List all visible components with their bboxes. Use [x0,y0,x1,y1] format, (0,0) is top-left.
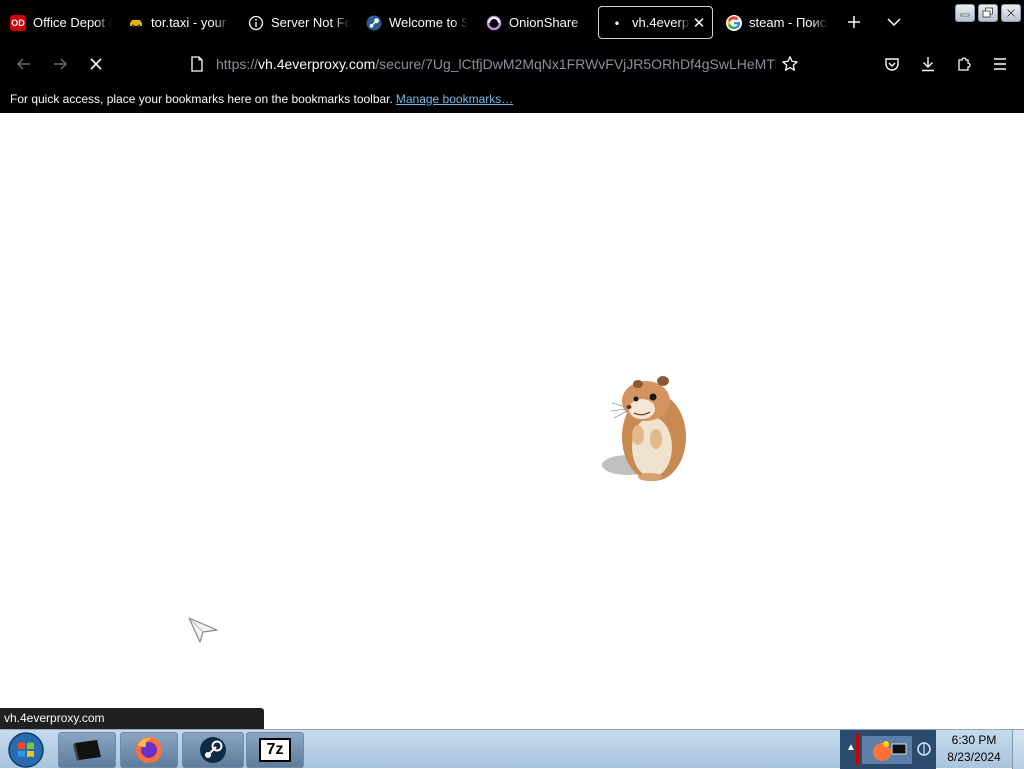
tab-title: steam - Поиск [749,15,828,30]
bookmarks-empty-message: For quick access, place your bookmarks h… [10,91,393,106]
navigation-toolbar: https://vh.4everproxy.com/secure/7Ug_lCt… [0,44,1024,84]
tab-title: tor.taxi - your [151,15,227,30]
7zip-icon: 7z [259,738,291,762]
tab-title: Server Not Fou [271,15,350,30]
page-icon[interactable] [190,56,204,77]
restore-window-button[interactable] [978,4,998,22]
tray-app-icons[interactable] [862,736,912,764]
restore-icon [982,7,993,18]
close-icon [90,58,102,70]
onionshare-icon [486,15,502,31]
bookmarks-toolbar: For quick access, place your bookmarks h… [0,84,1024,113]
tray-marker [856,734,860,765]
show-desktop-button[interactable] [1012,730,1024,769]
star-icon [782,56,798,71]
clock-time: 6:30 PM [951,733,997,747]
hamburger-menu-icon [994,58,1006,70]
close-icon [1006,8,1016,18]
url-text[interactable]: https://vh.4everproxy.com/secure/7Ug_lCt… [216,56,776,72]
extensions-button[interactable] [952,52,976,76]
network-icon[interactable] [916,740,932,758]
taskbar-7zip[interactable]: 7z [246,732,304,768]
show-hidden-icons-button[interactable]: ▲ [846,742,856,753]
bookmark-star-button[interactable] [778,52,802,76]
pocket-button[interactable] [880,52,904,76]
minimize-window-button[interactable] [955,4,975,22]
list-all-tabs-button[interactable] [882,10,906,34]
google-icon [726,14,742,31]
tab-title: OnionShare [509,15,579,30]
tab-title: vh.4everproxy [632,15,690,30]
tab-office-depot[interactable]: OD Office Depot ( [0,6,112,39]
office-depot-icon: OD [10,14,26,31]
download-icon [922,57,934,72]
puzzle-icon [958,57,971,71]
start-button[interactable] [4,731,48,769]
chevron-down-icon [887,18,901,27]
taskbar-firefox[interactable] [120,732,178,768]
forward-button[interactable] [48,52,72,76]
system-clock[interactable]: 6:30 PM 8/23/2024 [936,732,1012,766]
url-path: /secure/7Ug_lCtfjDwM2MqNx1FRWvFVjJR5ORhD… [375,56,776,72]
back-button[interactable] [12,52,36,76]
tab-strip: OD Office Depot ( tor.taxi - your Server… [0,0,1024,44]
tab-title: Office Depot ( [33,15,112,30]
info-icon [248,15,264,31]
plus-icon [848,16,860,28]
close-tab-icon[interactable]: ✕ [692,14,706,32]
tab-title: Welcome to St [389,15,468,30]
url-prefix: https:// [216,56,259,72]
windows-logo-icon [8,732,44,768]
cursor-arrow-icon [188,617,218,643]
clock-date: 8/23/2024 [947,750,1001,764]
terminal-icon [73,740,101,761]
app-menu-button[interactable] [988,52,1012,76]
stop-loading-button[interactable] [84,52,108,76]
url-host: vh.4everproxy.com [258,56,376,72]
tab-steam-search[interactable]: steam - Поиск [716,6,828,39]
pocket-icon [885,58,899,71]
hamster-image [602,376,686,481]
taskbar-steam[interactable] [182,732,244,768]
arrow-right-icon [54,58,68,70]
manage-bookmarks-link[interactable]: Manage bookmarks… [396,92,513,106]
tab-tor-taxi[interactable]: tor.taxi - your [118,6,230,39]
tab-onionshare[interactable]: OnionShare [476,6,588,39]
steam-icon [200,737,226,763]
link-status-bar: vh.4everproxy.com [0,708,264,729]
url-bar[interactable]: https://vh.4everproxy.com/secure/7Ug_lCt… [184,50,808,78]
steam-icon [366,15,382,31]
page-content [0,113,1024,728]
minimize-icon [960,13,970,17]
new-tab-button[interactable] [842,10,866,34]
loading-dot-icon: • [614,15,620,30]
close-window-button[interactable] [1001,4,1021,22]
notification-area: ▲ [840,730,936,769]
tab-welcome-steam[interactable]: Welcome to St [356,6,468,39]
taskbar-terminal[interactable] [58,732,116,768]
taxi-icon [128,15,144,31]
arrow-left-icon [16,58,30,70]
firefox-icon [136,737,162,763]
taskbar: 7z ▲ 6:30 PM 8/23/2024 [0,729,1024,769]
downloads-button[interactable] [916,52,940,76]
tab-server-not-found[interactable]: Server Not Fou [238,6,350,39]
tab-4everproxy[interactable]: • vh.4everproxy ✕ [598,6,713,39]
